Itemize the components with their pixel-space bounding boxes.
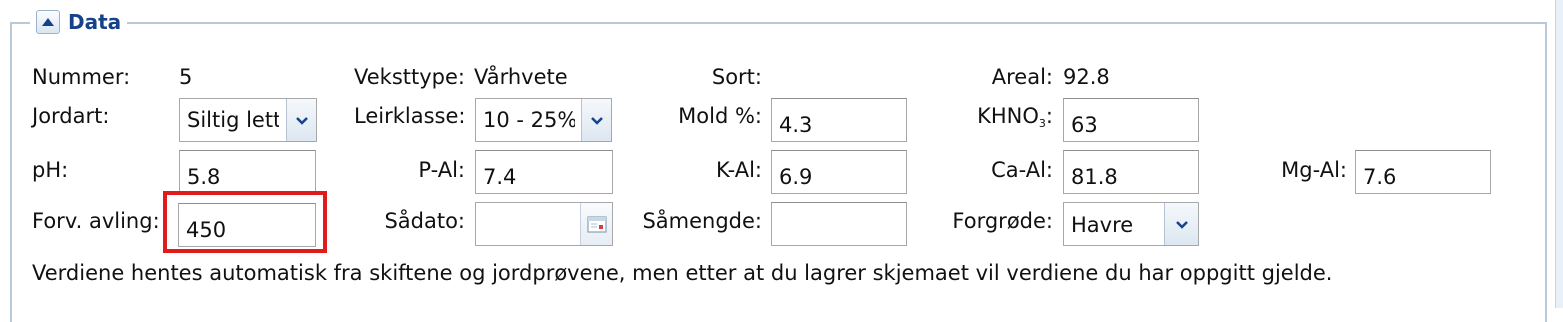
veksttype-value: Vårhvete [474,65,568,89]
ph-label: pH: [32,158,69,182]
forgrode-value: Havre [1071,213,1134,237]
areal-value: 92.8 [1063,65,1110,89]
highlight-box [163,191,327,253]
khno3-label: KHNO3: [900,103,1053,137]
mgal-label: Mg-Al: [1281,158,1347,182]
avling-label: Forv. avling: [32,209,160,233]
info-note: Verdiene hentes automatisk fra skiftene … [32,261,1333,285]
forgrode-dropdown-trigger[interactable] [1164,203,1198,245]
mold-input[interactable] [771,98,907,142]
leirklasse-combo[interactable]: 10 - 25% [475,98,612,142]
chevron-down-icon [1175,220,1188,229]
pal-input[interactable] [475,150,613,194]
forgrode-label: Forgrøde: [952,209,1053,233]
leirklasse-value: 10 - 25% [483,108,575,132]
scrollbar-edge [1555,0,1563,308]
collapse-up-icon [42,18,54,26]
jordart-value: Siltig lett [187,108,279,132]
areal-label: Areal: [991,65,1053,89]
sadato-label: Sådato: [384,209,465,233]
khno3-label-colon: : [1045,104,1053,128]
jordart-combo[interactable]: Siltig lett [179,98,317,142]
nummer-value: 5 [179,65,193,89]
ph-input[interactable] [179,150,316,194]
caal-input[interactable] [1063,150,1199,194]
mgal-input[interactable] [1355,150,1491,194]
mold-label: Mold %: [678,104,762,128]
fieldset-legend: Data [30,7,128,37]
sadato-datefield[interactable] [475,202,613,246]
caal-label: Ca-Al: [991,158,1053,182]
chevron-down-icon [295,116,308,125]
collapse-toggle-button[interactable] [36,10,60,34]
jordart-dropdown-trigger[interactable] [286,99,316,141]
sort-label: Sort: [711,65,762,89]
veksttype-label: Veksttype: [354,65,465,89]
khno3-label-main: KHNO [977,104,1039,128]
samengde-label: Såmengde: [642,209,762,233]
kal-input[interactable] [771,150,907,194]
forgrode-combo[interactable]: Havre [1063,202,1199,246]
nummer-label: Nummer: [32,65,131,89]
samengde-input[interactable] [771,202,907,246]
leirklasse-label: Leirklasse: [354,104,466,128]
pal-label: P-Al: [418,158,465,182]
jordart-label: Jordart: [32,104,110,128]
kal-label: K-Al: [716,158,762,182]
fieldset-title: Data [68,10,122,34]
khno3-label-sub: 3 [1038,117,1046,130]
khno3-input[interactable] [1063,98,1199,142]
